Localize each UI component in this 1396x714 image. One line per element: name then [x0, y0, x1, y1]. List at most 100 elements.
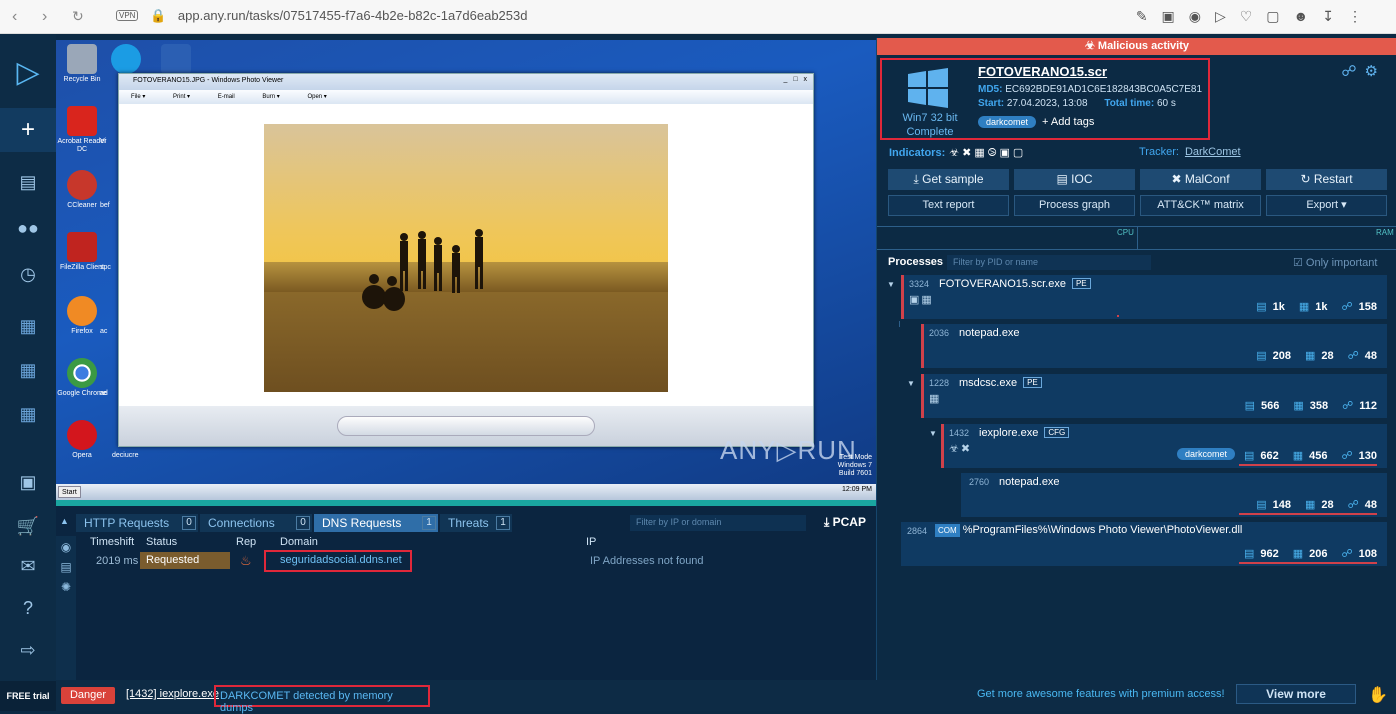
tab-http-requests[interactable]: HTTP Requests 0: [76, 514, 198, 532]
process-item[interactable]: 2036 notepad.exe ▤ 208 ▦ 28 ☍ 48: [921, 324, 1387, 368]
tracker-link[interactable]: DarkComet: [1185, 146, 1241, 158]
expand-icon[interactable]: ▼: [929, 429, 937, 438]
pcap-download-button[interactable]: ⤓ PCAP: [824, 515, 866, 530]
restart-button[interactable]: ↻ Restart: [1266, 169, 1387, 190]
view-more-button[interactable]: View more: [1236, 684, 1356, 704]
free-trial-label[interactable]: FREE trial: [0, 681, 56, 711]
tab-dns-requests[interactable]: DNS Requests 1: [314, 514, 438, 532]
thumbs-up-icon[interactable]: ✋: [1368, 685, 1388, 705]
bug-icon[interactable]: ✺: [56, 580, 76, 594]
process-item[interactable]: 2760 notepad.exe ▤ 148 ▦ 28 ☍ 48: [961, 473, 1387, 517]
tab-threats[interactable]: Threats 1: [440, 514, 512, 532]
tag-pill[interactable]: darkcomet: [1177, 448, 1236, 460]
expand-icon[interactable]: ▼: [907, 379, 915, 388]
menu-print[interactable]: Print ▾: [173, 94, 190, 100]
taskbar-clock: 12:09 PM: [842, 486, 872, 493]
browser-extension-icons[interactable]: ✎▣◉▷♡▢☻↧⋮: [1136, 8, 1376, 25]
process-stats: ▤ 208 ▦ 28 ☍ 48: [1256, 350, 1377, 362]
detection-message[interactable]: DARKCOMET detected by memory dumps: [214, 685, 430, 714]
desktop-icon-partial[interactable]: ad: [100, 390, 120, 398]
windows-task-icon[interactable]: ▦: [0, 392, 56, 436]
menu-burn[interactable]: Burn ▾: [262, 94, 279, 100]
process-graph-button[interactable]: Process graph: [1014, 195, 1135, 216]
get-sample-button[interactable]: ⤓ Get sample: [888, 169, 1009, 190]
community-icon[interactable]: ●●: [0, 206, 56, 250]
logout-icon[interactable]: ⇨: [0, 628, 56, 672]
text-report-button[interactable]: Text report: [888, 195, 1009, 216]
process-link[interactable]: [1432] iexplore.exe: [126, 688, 219, 700]
process-filter-input[interactable]: Filter by PID or name: [947, 255, 1151, 270]
share-icon[interactable]: ☍: [1341, 63, 1364, 80]
desktop-icon-partial[interactable]: deciucre: [112, 452, 152, 460]
com-badge: COM: [935, 524, 960, 537]
history-icon[interactable]: ◷: [0, 252, 56, 296]
ioc-button[interactable]: ▤ IOC: [1014, 169, 1135, 190]
new-task-plus-icon[interactable]: +: [0, 108, 56, 152]
tab-connections[interactable]: Connections 0: [200, 514, 312, 532]
attack-matrix-button[interactable]: ATT&CK™ matrix: [1140, 195, 1261, 216]
cart-icon[interactable]: 🛒: [0, 504, 56, 548]
globe-icon[interactable]: ◉: [56, 540, 76, 554]
network-filter-input[interactable]: Filter by IP or domain: [630, 515, 806, 531]
file-icon: ▤: [1256, 350, 1267, 362]
checkbox-icon[interactable]: ☑: [1293, 257, 1306, 269]
menu-open[interactable]: Open ▾: [307, 94, 326, 100]
viewer-control-bar[interactable]: [337, 416, 595, 436]
skype-icon: [111, 44, 141, 74]
forward-icon[interactable]: ›: [42, 8, 47, 26]
desktop-icon-acrobat[interactable]: Acrobat Reader DC: [56, 106, 108, 154]
malconf-button[interactable]: ✖ MalConf: [1140, 169, 1261, 190]
viewer-controls: [119, 406, 813, 446]
danger-badge: Danger: [61, 687, 115, 704]
photo-viewer-window[interactable]: FOTOVERANO15.JPG - Windows Photo Viewer …: [118, 73, 814, 447]
reports-icon[interactable]: ▤: [0, 160, 56, 204]
mail-icon[interactable]: ✉: [0, 544, 56, 588]
collapse-icon[interactable]: ▲: [60, 516, 69, 526]
menu-email[interactable]: E-mail: [218, 94, 235, 100]
indicator-icons[interactable]: ☣✖▦⧁▣▢: [949, 147, 1026, 159]
restart-icon: ↻: [1300, 172, 1314, 186]
status-bar: Danger [1432] iexplore.exe DARKCOMET det…: [56, 680, 1396, 714]
file-icon[interactable]: ▤: [56, 560, 76, 574]
window-controls[interactable]: _ □ x: [783, 76, 809, 83]
window-titlebar[interactable]: FOTOVERANO15.JPG - Windows Photo Viewer …: [119, 74, 813, 90]
back-icon[interactable]: ‹: [12, 8, 17, 26]
export-button[interactable]: Export ▾: [1266, 195, 1387, 216]
address-bar[interactable]: VPN 🔒 app.any.run/tasks/07517455-f7a6-4b…: [116, 8, 527, 24]
desktop-icon-partial[interactable]: Vi: [100, 138, 120, 146]
vpn-badge[interactable]: VPN: [116, 10, 139, 21]
anyrun-logo-icon[interactable]: ▷: [0, 44, 56, 100]
profile-icon[interactable]: ▣: [0, 460, 56, 504]
file-name[interactable]: FOTOVERANO15.scr: [978, 64, 1107, 79]
menu-file[interactable]: File ▾: [131, 94, 145, 100]
expand-icon[interactable]: ▼: [887, 280, 895, 289]
help-icon[interactable]: ?: [0, 586, 56, 630]
only-important-toggle[interactable]: ☑ Only important: [1293, 256, 1377, 269]
process-item[interactable]: 1228 msdcsc.exe PE ▦ ▤ 566 ▦ 358 ☍ 112: [921, 374, 1387, 418]
windows-task-icon[interactable]: ▦: [0, 304, 56, 348]
process-item[interactable]: 2864 COM %ProgramFiles%\Windows Photo Vi…: [901, 522, 1387, 566]
window-title: FOTOVERANO15.JPG - Windows Photo Viewer: [133, 77, 284, 84]
vm-desktop[interactable]: Recycle Bin Acrobat Reader DC CCleaner F…: [56, 40, 876, 500]
table-row[interactable]: 2019 ms Requested ♨ seguridadsocial.ddns…: [76, 550, 876, 572]
url-text[interactable]: app.any.run/tasks/07517455-f7a6-4b2e-b82…: [178, 8, 528, 23]
domain-link[interactable]: seguridadsocial.ddns.net: [264, 550, 412, 572]
gear-icon[interactable]: ⚙: [1365, 63, 1386, 80]
tag-pill[interactable]: darkcomet: [978, 116, 1037, 128]
network-icon: ☍: [1341, 450, 1353, 462]
file-icon: ▤: [1256, 301, 1267, 313]
desktop-icon-partial[interactable]: spc: [100, 264, 120, 272]
process-item[interactable]: 1432 iexplore.exe CFG ☣✖ darkcomet ▤ 662 ▦ 4…: [941, 424, 1387, 468]
start-button[interactable]: Start: [58, 486, 81, 498]
windows-task-icon[interactable]: ▦: [0, 348, 56, 392]
desktop-icon-partial[interactable]: bef: [100, 202, 120, 210]
desktop-icon-partial[interactable]: ac: [100, 328, 120, 336]
share-settings-icons[interactable]: ☍⚙: [1341, 62, 1386, 80]
add-tags-button[interactable]: + Add tags: [1042, 116, 1094, 128]
file-icon: ▤: [1243, 548, 1255, 560]
desktop-icon-opera[interactable]: Opera: [56, 420, 108, 460]
reload-icon[interactable]: ↻: [72, 8, 84, 25]
process-item[interactable]: 3324 FOTOVERANO15.scr.exe PE ▣▦ ▤ 1k ▦ 1k ☍ 15…: [901, 275, 1387, 319]
download-icon: ⤓: [824, 515, 833, 529]
process-stats: ▤ 148 ▦ 28 ☍ 48: [1256, 499, 1377, 511]
